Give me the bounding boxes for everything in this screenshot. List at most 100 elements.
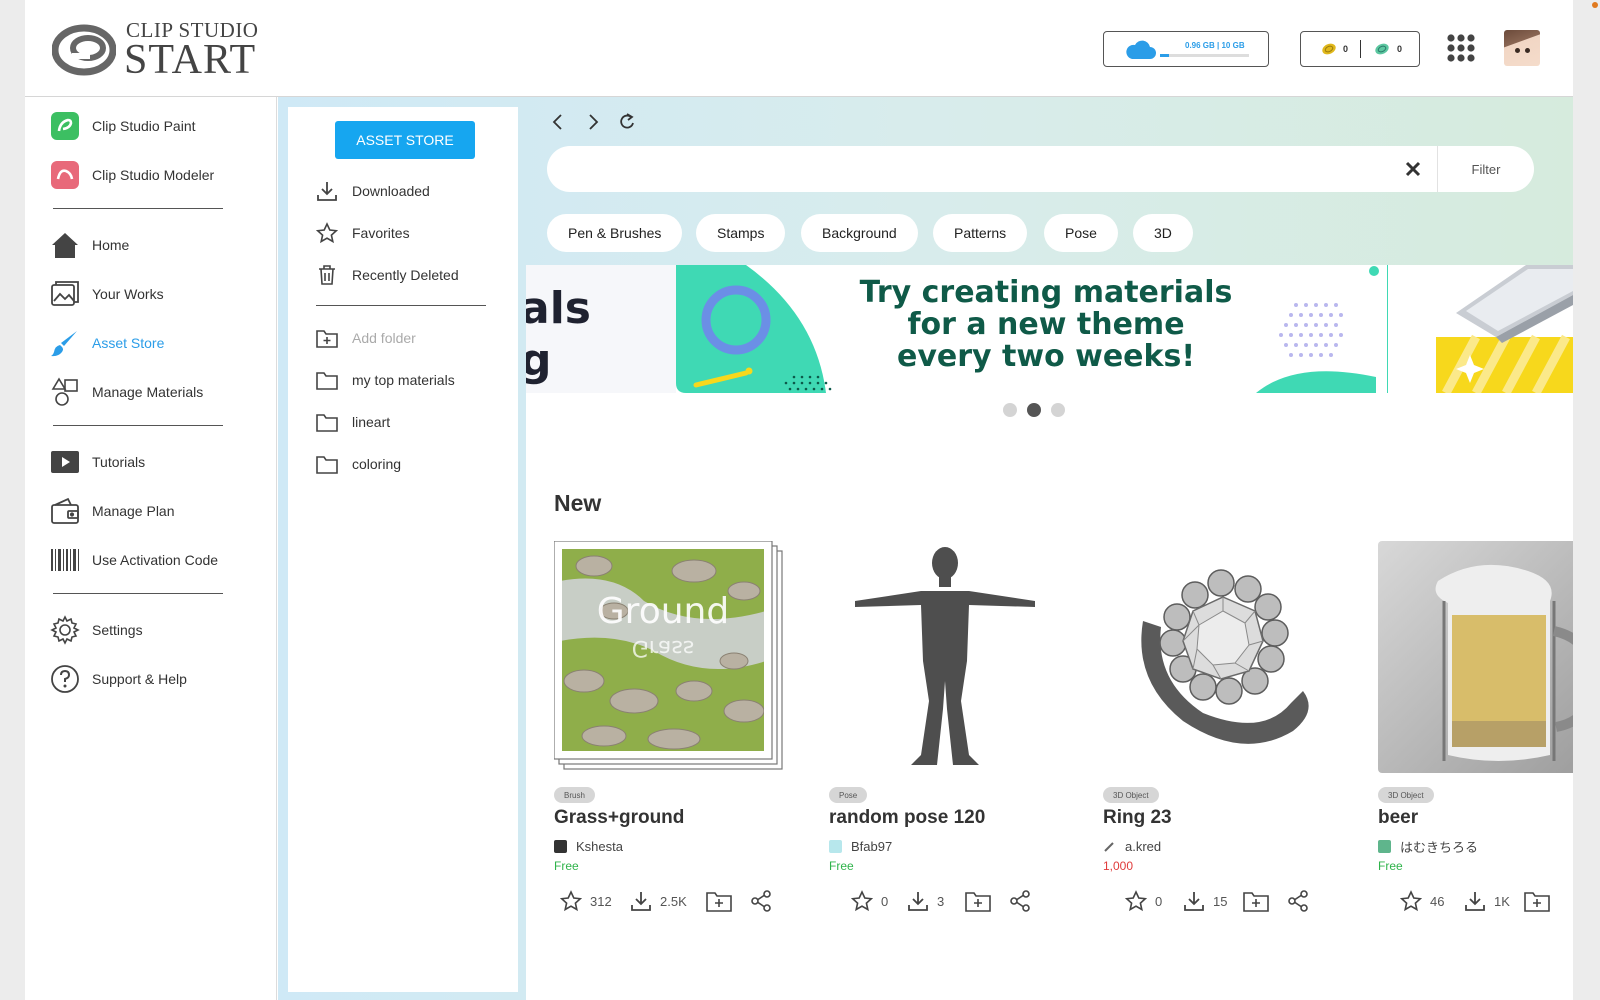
main-area: ASSET STORE Downloaded Favorites Recentl…: [278, 97, 1573, 1000]
cloud-icon: [1126, 40, 1156, 59]
sidebar-item-manage-materials[interactable]: Manage Materials: [50, 374, 270, 410]
ring-thumbnail: [1103, 541, 1335, 773]
material-card[interactable]: 3D Object beer はむきちろる Free 46 1K: [1378, 541, 1573, 931]
clear-search-icon[interactable]: [1402, 158, 1424, 180]
filter-button[interactable]: Filter: [1438, 146, 1534, 192]
material-title[interactable]: random pose 120: [829, 807, 985, 829]
folder-item[interactable]: lineart: [316, 408, 506, 436]
star-icon: [1400, 890, 1422, 912]
points-indicator[interactable]: 0 0: [1300, 31, 1420, 67]
download-button[interactable]: 15: [1183, 888, 1227, 914]
category-chip-pen-brushes[interactable]: Pen & Brushes: [547, 214, 683, 252]
forward-icon[interactable]: [583, 112, 603, 132]
favorite-button[interactable]: 46: [1400, 888, 1444, 914]
promo-carousel[interactable]: als g Try creating materials for a new t…: [526, 265, 1573, 393]
add-to-folder-button[interactable]: [1524, 888, 1558, 914]
search-input[interactable]: [567, 154, 1387, 184]
folder-item[interactable]: my top materials: [316, 366, 506, 394]
material-card[interactable]: Pose random pose 120 Bfab97 Free 0 3: [829, 541, 1061, 931]
window-edge-left: [0, 0, 25, 1000]
material-author[interactable]: Kshesta: [554, 838, 623, 854]
store-content: als g Try creating materials for a new t…: [526, 265, 1573, 1000]
sidebar-item-clip-studio-modeler[interactable]: Clip Studio Modeler: [50, 157, 270, 193]
material-author[interactable]: a.kred: [1103, 838, 1161, 854]
download-button[interactable]: 3: [907, 888, 944, 914]
author-avatar: [1103, 839, 1116, 853]
sidebar-item-your-works[interactable]: Your Works: [50, 276, 270, 312]
share-button[interactable]: [1009, 888, 1039, 914]
material-author[interactable]: はむきちろる: [1378, 838, 1478, 855]
star-icon: [1125, 890, 1147, 912]
back-icon[interactable]: [548, 112, 568, 132]
material-thumbnail[interactable]: Ground Grass: [553, 540, 786, 773]
carousel-dot-active[interactable]: [1027, 403, 1041, 417]
asset-store-panel: ASSET STORE Downloaded Favorites Recentl…: [288, 107, 518, 992]
download-icon: [1465, 892, 1485, 911]
user-avatar[interactable]: [1504, 30, 1540, 66]
add-to-folder-button[interactable]: [706, 888, 740, 914]
brush-icon: [50, 328, 80, 358]
favorite-button[interactable]: 0: [1125, 888, 1162, 914]
add-to-folder-button[interactable]: [1243, 888, 1277, 914]
previous-slide-peek: als g: [526, 265, 676, 393]
sidebar-item-manage-plan[interactable]: Manage Plan: [50, 493, 270, 529]
reload-icon[interactable]: [618, 112, 638, 132]
sidebar-item-use-activation-code[interactable]: Use Activation Code: [50, 542, 270, 578]
svg-text:Grass: Grass: [632, 635, 695, 660]
category-chip-patterns[interactable]: Patterns: [933, 214, 1028, 252]
share-button[interactable]: [1287, 888, 1317, 914]
folder-item[interactable]: coloring: [316, 450, 506, 478]
add-folder-button[interactable]: Add folder: [316, 324, 506, 352]
subpanel-item-recently-deleted[interactable]: Recently Deleted: [316, 261, 506, 289]
sidebar-item-clip-studio-paint[interactable]: Clip Studio Paint: [50, 108, 270, 144]
material-title[interactable]: beer: [1378, 807, 1418, 829]
material-title[interactable]: Ring 23: [1103, 807, 1172, 829]
material-card[interactable]: 3D Object Ring 23 a.kred 1,000 0 15: [1103, 541, 1335, 931]
gear-icon: [50, 615, 80, 645]
material-author[interactable]: Bfab97: [829, 838, 892, 854]
category-chip-pose[interactable]: Pose: [1044, 214, 1118, 252]
material-thumbnail[interactable]: [1103, 541, 1335, 773]
material-card[interactable]: Ground Grass Brush Grass+ground Kshesta …: [553, 540, 786, 931]
download-count: 1K: [1494, 893, 1510, 909]
app-logo[interactable]: CLIP STUDIO START: [52, 16, 258, 83]
subpanel-item-downloaded[interactable]: Downloaded: [316, 177, 506, 205]
sidebar-item-home[interactable]: Home: [50, 227, 270, 263]
apps-grid-icon[interactable]: [1446, 33, 1476, 63]
category-chip-3d[interactable]: 3D: [1133, 214, 1193, 252]
category-chip-stamps[interactable]: Stamps: [696, 214, 786, 252]
sidebar-item-tutorials[interactable]: Tutorials: [50, 444, 270, 480]
folder-add-icon: [965, 892, 991, 912]
wallet-icon: [50, 496, 80, 526]
material-title[interactable]: Grass+ground: [554, 807, 684, 829]
carousel-dot[interactable]: [1003, 403, 1017, 417]
cloud-storage-indicator[interactable]: 0.96 GB | 10 GB: [1103, 31, 1269, 67]
promo-banner[interactable]: Try creating materials for a new theme e…: [676, 265, 1388, 393]
download-icon: [908, 892, 928, 911]
category-chip-background[interactable]: Background: [801, 214, 918, 252]
pose-figure-thumbnail: [829, 541, 1061, 773]
add-to-folder-button[interactable]: [965, 888, 999, 914]
sidebar-item-support-help[interactable]: Support & Help: [50, 661, 270, 697]
download-count: 3: [937, 893, 945, 909]
carousel-dot[interactable]: [1051, 403, 1065, 417]
subpanel-item-favorites[interactable]: Favorites: [316, 219, 506, 247]
sidebar-item-settings[interactable]: Settings: [50, 612, 270, 648]
sidebar-item-label: Home: [92, 237, 130, 253]
asset-store-button[interactable]: ASSET STORE: [335, 121, 475, 159]
play-icon: [50, 447, 80, 477]
subpanel-item-label: Favorites: [352, 225, 410, 241]
material-thumbnail[interactable]: [829, 541, 1061, 773]
favorite-count: 46: [1430, 893, 1445, 909]
material-type-tag: Brush: [554, 787, 595, 803]
download-button[interactable]: 2.5K: [630, 888, 687, 914]
material-thumbnail[interactable]: [1378, 541, 1573, 773]
download-button[interactable]: 1K: [1464, 888, 1510, 914]
search-bar: Filter: [547, 146, 1534, 192]
sidebar-item-asset-store[interactable]: Asset Store: [50, 325, 270, 361]
favorite-button[interactable]: 0: [851, 888, 888, 914]
share-button[interactable]: [750, 888, 780, 914]
storage-usage-bar: [1160, 54, 1249, 57]
favorite-button[interactable]: 312: [560, 888, 612, 914]
home-icon: [50, 230, 80, 260]
